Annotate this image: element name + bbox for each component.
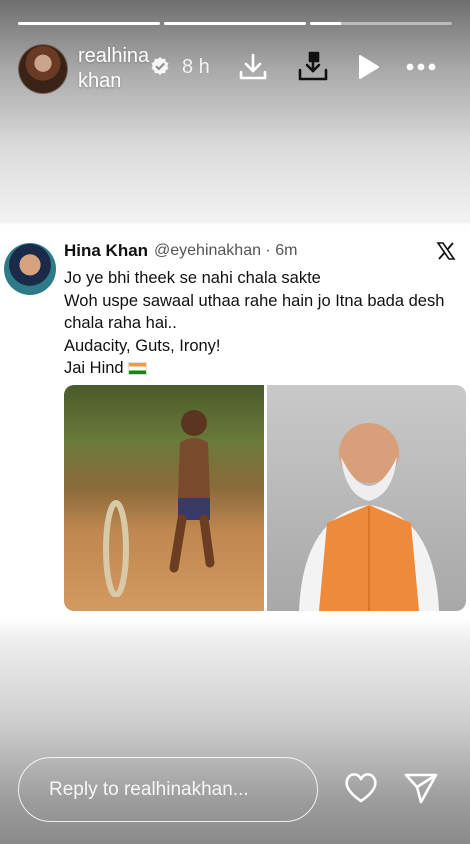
more-icon[interactable]	[404, 50, 438, 84]
heart-icon[interactable]	[342, 769, 380, 807]
story-header: realhinakhan 8 h	[18, 42, 456, 94]
tweet-line: Jai Hind	[64, 359, 124, 377]
story-progress	[18, 22, 452, 25]
progress-segment	[310, 22, 452, 25]
tweet-line: Jo ye bhi theek se nahi chala sakte	[64, 269, 321, 287]
avatar[interactable]	[18, 44, 68, 94]
progress-fill	[18, 22, 160, 25]
photo-man-portrait	[266, 385, 466, 611]
tweet-card[interactable]: Hina Khan @eyehinakhan · 6m Jo ye bhi th…	[0, 225, 470, 618]
tweet-text: Jo ye bhi theek se nahi chala sakte Woh …	[64, 267, 464, 380]
tweet-line: Woh uspe sawaal uthaa rahe hain jo Itna …	[64, 291, 445, 310]
progress-fill	[164, 22, 306, 25]
tweet-line: Audacity, Guts, Irony!	[64, 336, 221, 355]
play-icon[interactable]	[351, 50, 385, 84]
x-logo-icon	[436, 241, 456, 261]
tweet-handle: @eyehinakhan · 6m	[154, 242, 298, 259]
post-time: 8 h	[182, 56, 210, 78]
tweet-author-name: Hina Khan	[64, 241, 149, 260]
tweet-media[interactable]	[64, 385, 466, 611]
tweet-line: chala raha hai..	[64, 314, 177, 332]
save-icon[interactable]	[296, 50, 330, 84]
reply-placeholder: Reply to realhinakhan...	[49, 778, 249, 800]
verified-icon	[150, 56, 170, 76]
send-icon[interactable]	[402, 769, 440, 807]
india-flag-icon	[127, 362, 147, 376]
progress-segment	[164, 22, 306, 25]
progress-segment	[18, 22, 160, 25]
photo-child-running	[64, 385, 264, 611]
progress-fill	[310, 22, 342, 25]
reply-input[interactable]: Reply to realhinakhan...	[18, 757, 318, 822]
username[interactable]: realhinakhan	[78, 44, 150, 94]
tweet-avatar	[4, 243, 56, 295]
download-icon[interactable]	[236, 50, 270, 84]
